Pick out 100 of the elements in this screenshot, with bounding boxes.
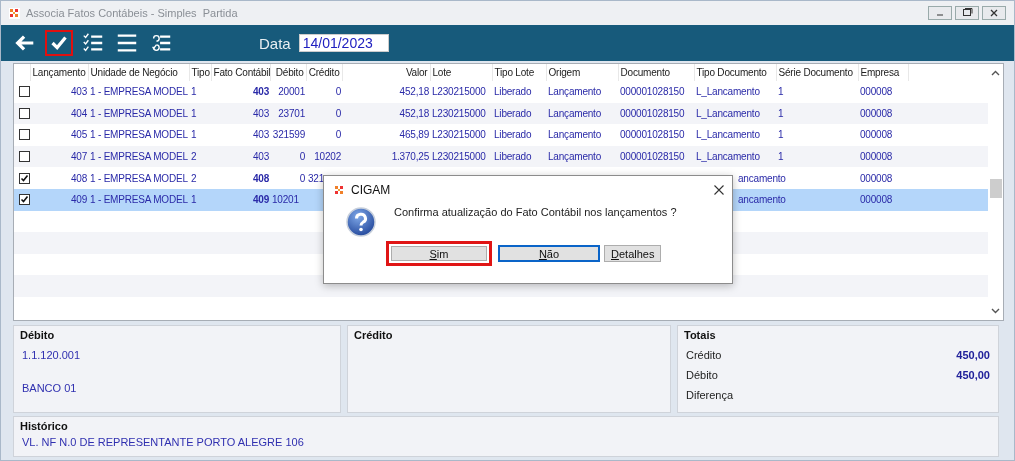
table-cell: 000008 bbox=[860, 194, 893, 206]
table-cell: Lançamento bbox=[548, 129, 602, 141]
column-header[interactable]: Empresa bbox=[858, 64, 908, 81]
table-cell: 23701 bbox=[278, 107, 305, 119]
column-header[interactable]: Tipo Lote bbox=[492, 64, 546, 81]
scroll-up-icon[interactable] bbox=[991, 70, 1000, 76]
table-cell: 0 bbox=[335, 107, 341, 119]
app-logo-icon bbox=[9, 7, 20, 19]
table-cell: 1 bbox=[778, 151, 784, 163]
table-cell: Liberado bbox=[494, 129, 532, 141]
column-header[interactable]: Fato Contábil bbox=[211, 64, 270, 81]
table-cell: 0 bbox=[299, 172, 305, 184]
table-cell: 405 bbox=[70, 129, 87, 141]
close-button[interactable] bbox=[982, 6, 1006, 20]
table-cell: 10202 bbox=[314, 151, 341, 163]
table-cell: 1 bbox=[778, 129, 784, 141]
table-cell: 1 bbox=[191, 194, 197, 206]
table-cell: 404 bbox=[70, 107, 87, 119]
table-cell: Lançamento bbox=[548, 107, 602, 119]
table-cell: 000001028150 bbox=[620, 107, 685, 119]
table-cell: 000001028150 bbox=[620, 129, 685, 141]
column-header[interactable]: Unidade de Negócio bbox=[88, 64, 189, 81]
table-cell: 408 bbox=[70, 172, 87, 184]
table-cell: 1 - EMPRESA MODEL bbox=[90, 172, 188, 184]
table-cell: 0 bbox=[335, 86, 341, 98]
maximize-button[interactable] bbox=[955, 6, 979, 20]
dialog-message: Confirma atualização do Fato Contábil nos lançamentos ? bbox=[394, 206, 677, 218]
close-icon[interactable] bbox=[714, 185, 724, 195]
table-cell: 407 bbox=[70, 151, 87, 163]
table-cell: 1 bbox=[778, 86, 784, 98]
column-header[interactable]: Tipo Documento bbox=[694, 64, 776, 81]
table-cell: 452,18 bbox=[399, 86, 429, 98]
dialog-button[interactable]: Sim bbox=[386, 241, 492, 266]
table-cell: 000008 bbox=[860, 129, 893, 141]
table-cell: 1 bbox=[191, 129, 197, 141]
panel-title: Crédito bbox=[354, 329, 394, 341]
table-cell: 321 bbox=[308, 172, 325, 184]
table-cell: 000001028150 bbox=[620, 151, 685, 163]
date-field[interactable]: 14/01/2023 bbox=[298, 34, 389, 52]
row-checkbox[interactable] bbox=[19, 86, 30, 98]
table-cell: 10201 bbox=[272, 194, 299, 206]
table-cell: ancamento bbox=[738, 194, 786, 206]
dialog-button[interactable]: Não bbox=[498, 245, 600, 262]
table-cell: 000008 bbox=[860, 86, 893, 98]
table-cell: L_Lancamento bbox=[696, 151, 760, 163]
table-cell: Lançamento bbox=[548, 151, 602, 163]
table-cell: Liberado bbox=[494, 86, 532, 98]
table-cell: 1 bbox=[778, 107, 784, 119]
column-header[interactable]: Documento bbox=[618, 64, 694, 81]
table-cell: L230215000 bbox=[432, 151, 486, 163]
table-cell: 0 bbox=[335, 129, 341, 141]
column-header[interactable]: Tipo bbox=[189, 64, 211, 81]
table-cell: 0 bbox=[299, 151, 305, 163]
table-cell: 000008 bbox=[860, 172, 893, 184]
table-cell: 1 - EMPRESA MODEL bbox=[90, 129, 188, 141]
history-text: VL. NF N.0 DE REPRESENTANTE PORTO ALEGRE 106 bbox=[22, 436, 305, 448]
table-cell: 1 - EMPRESA MODEL bbox=[90, 151, 188, 163]
table-cell: L_Lancamento bbox=[696, 86, 760, 98]
table-cell: 409 bbox=[252, 194, 269, 206]
column-header[interactable]: Lançamento bbox=[30, 64, 88, 81]
table-cell: L230215000 bbox=[432, 86, 486, 98]
column-header[interactable]: Origem bbox=[546, 64, 618, 81]
column-header[interactable]: Lote bbox=[430, 64, 492, 81]
window-title: Associa Fatos Contábeis - Simples Partida bbox=[26, 7, 239, 19]
lines-icon bbox=[115, 31, 139, 55]
panel-title: Débito bbox=[20, 329, 56, 341]
table-cell: 408 bbox=[252, 172, 269, 184]
table-cell: Lançamento bbox=[548, 86, 602, 98]
table-cell: ancamento bbox=[738, 172, 786, 184]
scrollbar-thumb[interactable] bbox=[989, 179, 1002, 198]
row-checkbox[interactable] bbox=[19, 172, 30, 184]
column-header[interactable]: Débito bbox=[270, 64, 306, 81]
table-cell: 2 bbox=[191, 151, 197, 163]
table-cell: 403 bbox=[252, 151, 269, 163]
column-header[interactable]: Série Documento bbox=[776, 64, 858, 81]
column-header[interactable]: Crédito bbox=[306, 64, 342, 81]
table-cell: 1 - EMPRESA MODEL bbox=[90, 107, 188, 119]
toolbar-button[interactable] bbox=[45, 30, 73, 56]
scroll-down-icon[interactable] bbox=[991, 308, 1000, 314]
panel-title: Histórico bbox=[20, 420, 69, 432]
row-checkbox[interactable] bbox=[19, 151, 30, 163]
debit-account-text: BANCO 01 bbox=[22, 382, 78, 394]
total-label: Crédito bbox=[686, 349, 723, 361]
dialog-title: CIGAM bbox=[351, 183, 392, 197]
table-cell: 403 bbox=[252, 129, 269, 141]
row-checkbox[interactable] bbox=[19, 194, 30, 206]
table-cell: L_Lancamento bbox=[696, 107, 760, 119]
total-value: 450,00 bbox=[956, 369, 990, 381]
debit-account-text: 1.1.120.001 bbox=[22, 349, 82, 361]
dialog-button[interactable]: Detalhes bbox=[604, 245, 661, 262]
row-checkbox[interactable] bbox=[19, 107, 30, 119]
table-cell: 403 bbox=[252, 107, 269, 119]
table-cell: Liberado bbox=[494, 107, 532, 119]
column-header[interactable]: Valor bbox=[342, 64, 430, 81]
table-cell: 452,18 bbox=[399, 107, 429, 119]
table-cell: 20001 bbox=[278, 86, 305, 98]
total-value: 450,00 bbox=[956, 349, 990, 361]
table-cell: L230215000 bbox=[432, 107, 486, 119]
table-cell: 2 bbox=[191, 172, 197, 184]
row-checkbox[interactable] bbox=[19, 129, 30, 141]
